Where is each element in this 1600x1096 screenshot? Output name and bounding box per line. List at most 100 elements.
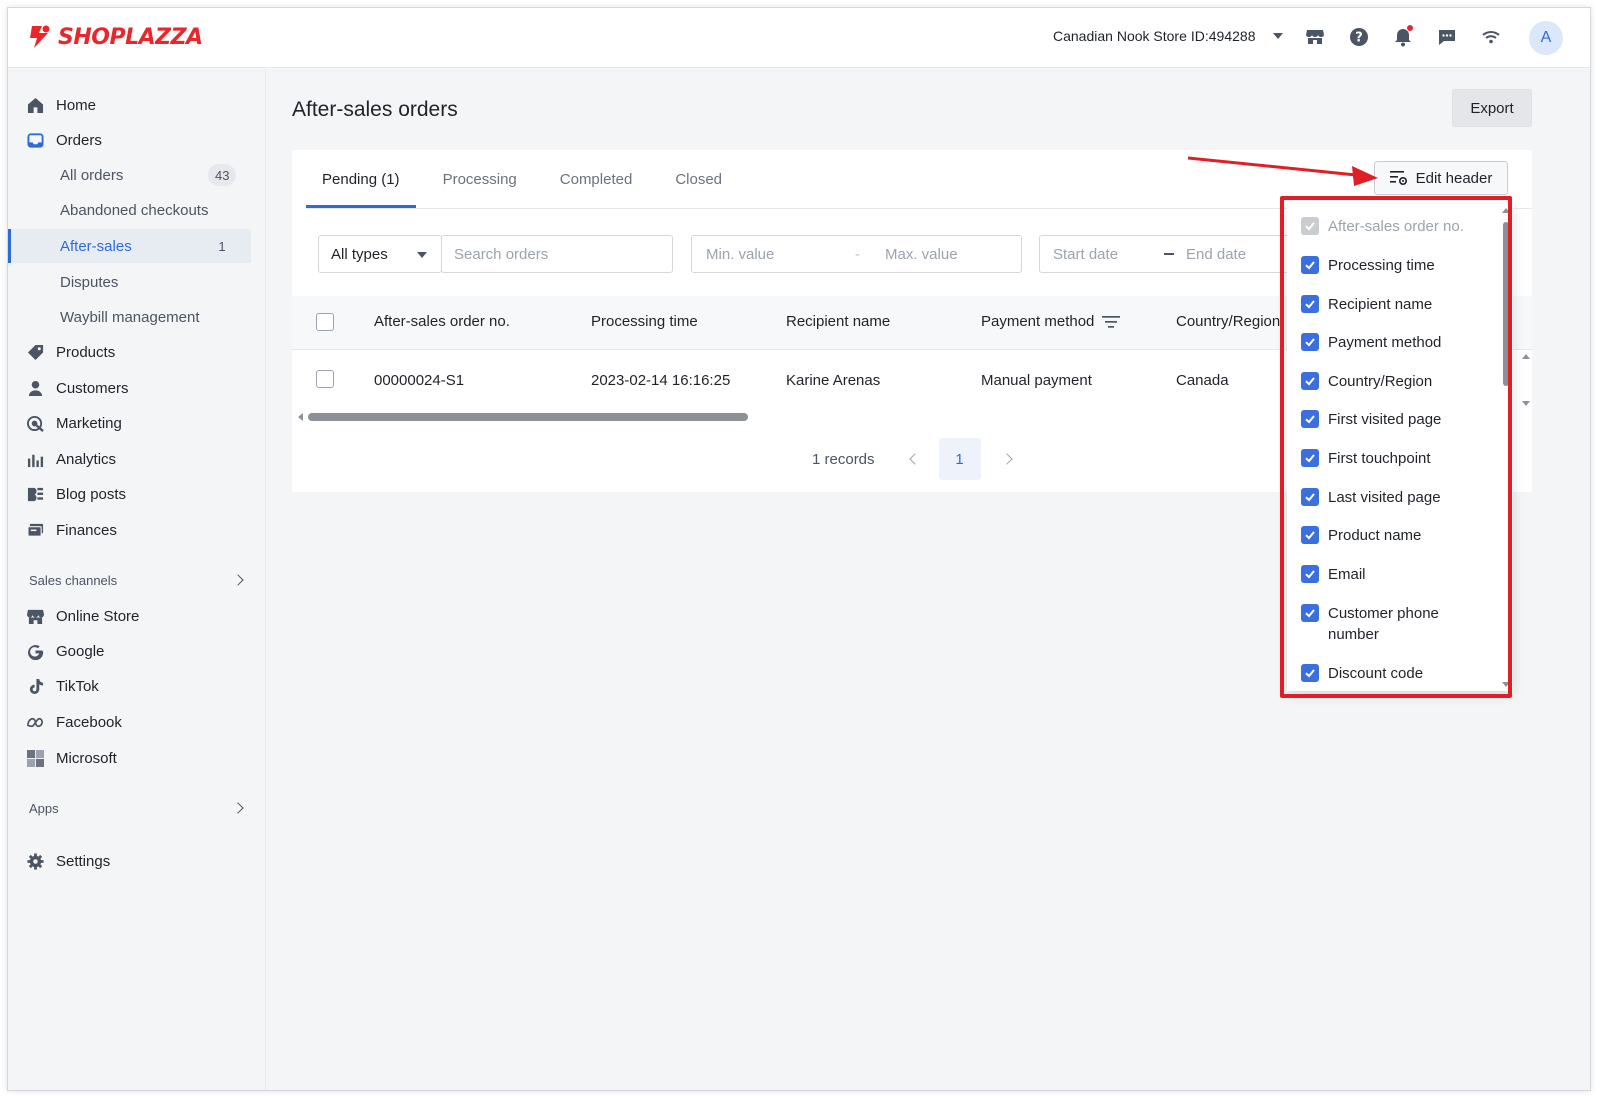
brand-name: SHOPLAZZA (58, 24, 203, 50)
meta-icon (26, 713, 44, 731)
annotation-highlight-box (1280, 196, 1512, 698)
sidebar-item-analytics[interactable]: Analytics (26, 447, 116, 471)
min-value-input[interactable]: Min. value (706, 246, 774, 263)
tab-completed[interactable]: Completed (544, 150, 649, 208)
google-icon (26, 642, 44, 660)
orders-icon (26, 131, 44, 149)
sidebar-item-orders[interactable]: Orders (26, 128, 102, 152)
order-number-cell[interactable]: 00000024-S1 (374, 372, 464, 389)
sidebar-item-online-store[interactable]: Online Store (26, 604, 139, 628)
sales-channels-heading[interactable]: Sales channels (29, 573, 117, 588)
sidebar-subitem-label: Disputes (60, 273, 119, 291)
person-icon (26, 379, 44, 397)
sidebar-item-label: Orders (56, 131, 102, 149)
row-checkbox[interactable] (316, 370, 334, 388)
sidebar-item-marketing[interactable]: Marketing (26, 411, 122, 435)
annotation-arrow-icon (1188, 156, 1378, 186)
sidebar-subitem-after-sales[interactable]: After-sales (60, 234, 132, 258)
sidebar-item-label: Settings (56, 852, 111, 870)
help-icon[interactable]: ? (1348, 26, 1370, 48)
start-date-input[interactable]: Start date (1053, 246, 1118, 263)
sidebar-item-google[interactable]: Google (26, 639, 104, 663)
edit-columns-icon (1389, 171, 1407, 186)
sidebar-item-label: TikTok (56, 677, 99, 695)
scroll-left-arrow-icon[interactable] (298, 413, 303, 421)
tab-pending[interactable]: Pending (1) (306, 150, 416, 208)
tag-icon (26, 343, 44, 361)
sidebar-item-home[interactable]: Home (26, 93, 96, 117)
chevron-left-icon[interactable] (908, 453, 921, 465)
chat-icon[interactable] (1436, 26, 1458, 48)
max-value-input[interactable]: Max. value (885, 246, 958, 263)
type-select[interactable]: All types (318, 235, 442, 273)
sidebar-item-products[interactable]: Products (26, 340, 115, 364)
store-name: Canadian Nook Store (1053, 28, 1187, 44)
sidebar-item-finances[interactable]: Finances (26, 518, 117, 542)
sidebar-subitem-waybill-management[interactable]: Waybill management (60, 305, 200, 329)
horizontal-scrollbar-thumb[interactable] (308, 413, 748, 421)
sidebar-subitem-all-orders[interactable]: All orders (60, 163, 123, 187)
value-range-input[interactable]: Min. value - Max. value (691, 235, 1022, 273)
table-scroll-up-icon[interactable] (1522, 354, 1530, 359)
status-tabs: Pending (1) Processing Completed Closed (306, 150, 749, 208)
end-date-input[interactable]: End date (1186, 246, 1246, 263)
column-header: Processing time (591, 313, 698, 330)
country-cell: Canada (1176, 372, 1229, 389)
sidebar-item-settings[interactable]: Settings (26, 849, 110, 873)
search-placeholder: Search orders (454, 245, 549, 263)
sidebar-item-microsoft[interactable]: Microsoft (26, 746, 117, 770)
shoplazza-logo-icon (28, 24, 52, 50)
microsoft-icon (26, 749, 44, 767)
blog-icon (26, 485, 44, 503)
store-icon (26, 607, 44, 625)
apps-heading[interactable]: Apps (29, 801, 59, 816)
caret-down-icon (417, 252, 427, 258)
marketing-icon (26, 414, 44, 432)
export-button[interactable]: Export (1452, 89, 1532, 127)
date-separator (1164, 253, 1174, 255)
sidebar-item-tiktok[interactable]: TikTok (26, 674, 99, 698)
page-title: After-sales orders (292, 98, 458, 121)
chevron-right-icon[interactable] (1000, 453, 1013, 465)
brand-logo[interactable]: SHOPLAZZA (28, 24, 203, 50)
sidebar-item-label: Blog posts (56, 485, 127, 503)
sidebar-subitem-disputes[interactable]: Disputes (60, 270, 118, 294)
sidebar-item-label: Facebook (56, 713, 122, 731)
table-scroll-down-icon[interactable] (1522, 401, 1530, 406)
notification-dot (1407, 25, 1413, 31)
column-header: Recipient name (786, 313, 891, 330)
column-header: Country/Region (1176, 313, 1281, 330)
sidebar-item-facebook[interactable]: Facebook (26, 710, 122, 734)
header-actions: ? (1304, 25, 1502, 48)
edit-header-label: Edit header (1415, 169, 1493, 187)
sidebar-item-customers[interactable]: Customers (26, 376, 129, 400)
bell-icon[interactable] (1392, 25, 1414, 48)
store-icon[interactable] (1304, 26, 1326, 48)
select-all-checkbox[interactable] (316, 313, 334, 331)
payment-method-cell: Manual payment (981, 372, 1092, 389)
wifi-icon[interactable] (1480, 26, 1502, 48)
sidebar-item-label: Analytics (56, 450, 117, 468)
tab-closed[interactable]: Closed (659, 150, 738, 208)
finances-icon (26, 521, 44, 539)
store-switcher[interactable]: Canadian Nook Store ID:494288 (1053, 28, 1284, 44)
date-range-input[interactable]: Start date End date (1039, 235, 1289, 273)
svg-text:?: ? (1355, 31, 1363, 46)
search-input[interactable]: Search orders (441, 235, 673, 273)
chevron-right-icon[interactable] (232, 802, 244, 814)
range-separator: - (855, 245, 860, 263)
page-button-current[interactable]: 1 (938, 438, 981, 480)
sidebar-item-blog-posts[interactable]: Blog posts (26, 482, 126, 506)
store-id: ID:494288 (1190, 28, 1256, 44)
avatar[interactable]: A (1529, 21, 1563, 55)
filter-icon[interactable] (1102, 315, 1121, 329)
sidebar-item-label: Products (56, 343, 116, 361)
sidebar-subitem-label: Abandoned checkouts (60, 201, 209, 219)
app-window: SHOPLAZZA Canadian Nook Store ID:494288 … (7, 7, 1591, 1091)
edit-header-button[interactable]: Edit header (1374, 161, 1508, 195)
pagination: 1 records 1 (812, 438, 1013, 480)
sidebar-subitem-label: After-sales (60, 237, 132, 255)
chevron-right-icon[interactable] (232, 574, 244, 586)
sidebar-subitem-abandoned-checkouts[interactable]: Abandoned checkouts (60, 198, 208, 222)
tab-processing[interactable]: Processing (427, 150, 533, 208)
